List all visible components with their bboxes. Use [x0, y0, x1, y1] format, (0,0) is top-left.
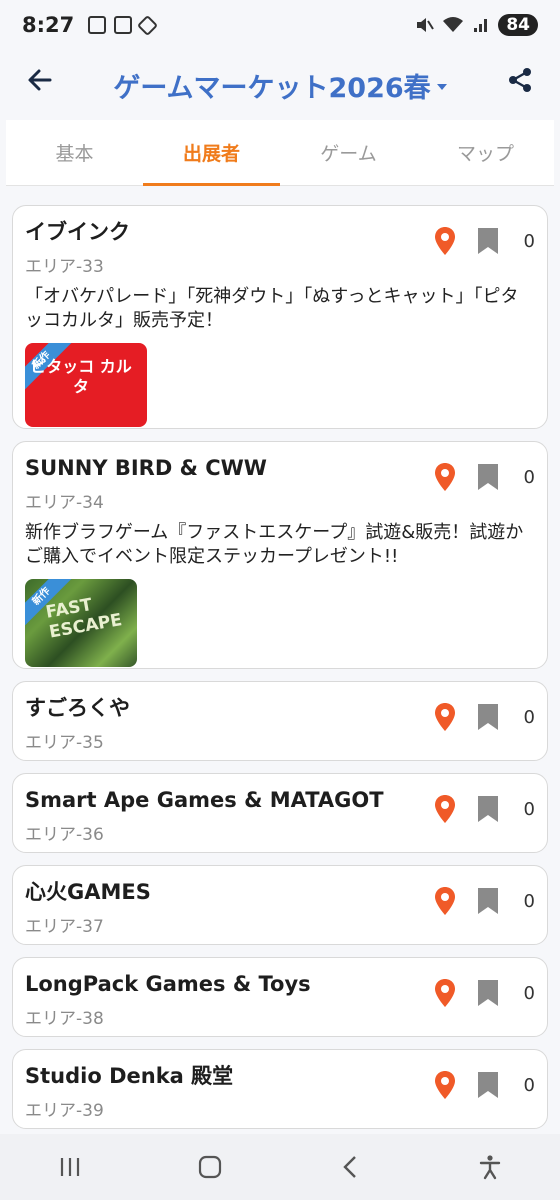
arrow-left-icon: [28, 69, 52, 91]
exhibitor-thumbnail[interactable]: 新作 FAST ESCAPE: [25, 579, 137, 667]
home-button[interactable]: [180, 1142, 240, 1192]
exhibitor-card[interactable]: Studio Denka 殿堂 エリア-39 0: [12, 1049, 548, 1129]
card-actions: 0: [431, 794, 535, 824]
thumbnail-logo: FAST ESCAPE: [44, 595, 124, 643]
status-notification-icons: [88, 14, 159, 36]
tab-exhibitors[interactable]: 出展者: [143, 120, 280, 186]
bookmark-count: 0: [523, 982, 535, 1004]
tab-games[interactable]: ゲーム: [280, 120, 417, 185]
status-time: 8:27: [22, 13, 75, 37]
bookmark-count: 0: [523, 230, 535, 252]
app-header: ゲームマーケット2026春: [0, 50, 560, 120]
bookmark-count: 0: [523, 890, 535, 912]
bookmark-icon[interactable]: [477, 703, 499, 731]
bookmark-icon[interactable]: [477, 463, 499, 491]
wifi-icon: [443, 17, 464, 32]
bookmark-count: 0: [523, 466, 535, 488]
card-actions: 0: [431, 1070, 535, 1100]
bookmark-icon[interactable]: [477, 227, 499, 255]
tab-bar: 基本 出展者 ゲーム マップ: [6, 120, 554, 186]
bookmark-icon[interactable]: [477, 887, 499, 915]
map-pin-icon[interactable]: [431, 978, 459, 1008]
card-actions: 0: [431, 226, 535, 256]
back-button[interactable]: [18, 58, 62, 102]
thumbnail-logo: ピタッコ カルタ: [30, 357, 132, 396]
map-pin-icon[interactable]: [431, 226, 459, 256]
map-pin-icon[interactable]: [431, 794, 459, 824]
chevron-down-icon: [436, 84, 447, 90]
event-selector[interactable]: ゲームマーケット2026春: [113, 66, 447, 105]
page-title: ゲームマーケット2026春: [113, 72, 431, 104]
signal-icon: [474, 19, 488, 32]
card-actions: 0: [431, 462, 535, 492]
screenshot-icon: [88, 16, 107, 34]
map-pin-icon[interactable]: [431, 462, 459, 492]
map-pin-icon[interactable]: [431, 886, 459, 916]
recent-apps-button[interactable]: [40, 1142, 100, 1192]
system-nav-bar: [0, 1134, 560, 1200]
chevron-left-icon: [343, 1156, 356, 1178]
exhibitor-card[interactable]: 心火GAMES エリア-37 0: [12, 865, 548, 945]
status-bar: 8:27 84: [0, 0, 560, 50]
bookmark-icon[interactable]: [477, 979, 499, 1007]
exhibitor-list: イブインク エリア-33 「オバケパレード」「死神ダウト」「ぬすっとキャット」「…: [12, 205, 548, 1141]
accessibility-icon: [479, 1155, 501, 1180]
exhibitor-card[interactable]: SUNNY BIRD & CWW エリア-34 新作ブラフゲーム『ファストエスケ…: [12, 441, 548, 669]
bookmark-icon[interactable]: [477, 795, 499, 823]
back-nav-button[interactable]: [320, 1142, 380, 1192]
exhibitor-card[interactable]: すごろくや エリア-35 0: [12, 681, 548, 761]
exhibitor-thumbnail[interactable]: 新作 ピタッコ カルタ: [25, 343, 147, 427]
exhibitor-description: 「オバケパレード」「死神ダウト」「ぬすっとキャット」「ピタッコカルタ」販売予定！: [25, 286, 519, 331]
map-pin-icon[interactable]: [431, 1070, 459, 1100]
bookmark-count: 0: [523, 798, 535, 820]
share-button[interactable]: [498, 58, 542, 102]
mute-icon: [417, 18, 435, 32]
bookmark-icon[interactable]: [477, 1071, 499, 1099]
exhibitor-card[interactable]: LongPack Games & Toys エリア-38 0: [12, 957, 548, 1037]
accessibility-button[interactable]: [460, 1142, 520, 1192]
recent-apps-icon: [60, 1158, 80, 1176]
exhibitor-description: 新作ブラフゲーム『ファストエスケープ』試遊&販売！試遊かご購入でイベント限定ステ…: [25, 522, 524, 567]
sim-icon: [114, 16, 133, 34]
exhibitor-card[interactable]: Smart Ape Games & MATAGOT エリア-36 0: [12, 773, 548, 853]
card-actions: 0: [431, 886, 535, 916]
app-notification-icon: [137, 14, 159, 36]
status-system-icons: 84: [414, 14, 538, 36]
bookmark-count: 0: [523, 706, 535, 728]
map-pin-icon[interactable]: [431, 702, 459, 732]
battery-indicator: 84: [498, 14, 538, 36]
home-icon: [198, 1155, 222, 1179]
card-actions: 0: [431, 702, 535, 732]
tab-basic[interactable]: 基本: [6, 120, 143, 185]
bookmark-count: 0: [523, 1074, 535, 1096]
share-icon: [509, 68, 531, 92]
exhibitor-card[interactable]: イブインク エリア-33 「オバケパレード」「死神ダウト」「ぬすっとキャット」「…: [12, 205, 548, 429]
card-actions: 0: [431, 978, 535, 1008]
tab-map[interactable]: マップ: [417, 120, 554, 185]
